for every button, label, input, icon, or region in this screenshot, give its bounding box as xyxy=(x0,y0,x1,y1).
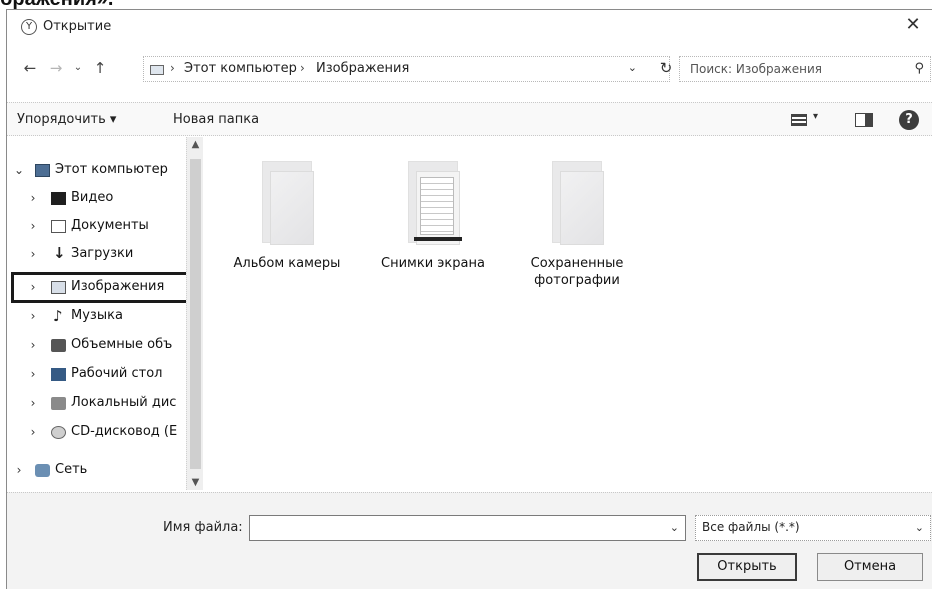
folder-label-line-2: фотографии xyxy=(534,273,620,288)
tree-item-downloads[interactable]: › Загрузки xyxy=(7,241,187,269)
documents-icon xyxy=(51,220,66,233)
address-bar[interactable]: › Этот компьютер › Изображения ⌄ ↻ xyxy=(143,56,672,82)
tree-item-network[interactable]: › Сеть xyxy=(7,457,187,485)
recent-locations-chevron-icon[interactable]: ⌄ xyxy=(69,58,87,78)
search-icon[interactable]: ⚲ xyxy=(914,61,924,76)
selected-item-highlight xyxy=(11,272,192,303)
open-file-dialog: Y Открытие ✕ ← → ⌄ ↑ › Этот компьютер › … xyxy=(6,9,932,589)
tree-item-video[interactable]: › Видео xyxy=(7,185,187,213)
expand-chevron-icon[interactable]: › xyxy=(27,219,39,233)
3d-objects-icon xyxy=(51,339,66,352)
address-row: ← → ⌄ ↑ › Этот компьютер › Изображения ⌄… xyxy=(7,52,932,84)
navigation-pane: ⌄ Этот компьютер › Видео › Документы › З… xyxy=(7,137,203,490)
forward-arrow-icon[interactable]: → xyxy=(47,58,65,78)
expand-chevron-icon[interactable]: › xyxy=(27,396,39,410)
tree-item-music[interactable]: › Музыка xyxy=(7,303,187,331)
dialog-footer: Имя файла: ⌄ Все файлы (*.*) ⌄ Открыть О… xyxy=(7,492,932,589)
video-icon xyxy=(51,192,66,205)
breadcrumb-this-pc[interactable]: Этот компьютер xyxy=(184,61,297,76)
pc-icon xyxy=(35,164,50,177)
organize-button[interactable]: Упорядочить ▾ xyxy=(17,112,116,127)
expand-chevron-icon[interactable]: › xyxy=(13,463,25,477)
desktop-icon xyxy=(51,368,66,381)
folder-icon xyxy=(402,157,464,247)
open-button[interactable]: Открыть xyxy=(697,553,797,581)
filename-label: Имя файла: xyxy=(163,520,243,535)
expand-chevron-icon[interactable]: › xyxy=(27,247,39,261)
folder-icon xyxy=(546,157,608,247)
new-folder-button[interactable]: Новая папка xyxy=(173,112,259,127)
cd-drive-icon xyxy=(51,426,66,439)
tree-item-label: Загрузки xyxy=(71,246,134,261)
filename-dropdown-icon[interactable]: ⌄ xyxy=(670,521,679,534)
local-disk-icon xyxy=(51,397,66,410)
downloads-icon xyxy=(51,244,66,262)
tree-item-cd-drive[interactable]: › CD-дисковод (E xyxy=(7,419,187,447)
view-dropdown-icon[interactable]: ▾ xyxy=(813,111,818,122)
tree-item-label: Объемные объ xyxy=(71,337,173,352)
file-type-dropdown-icon[interactable]: ⌄ xyxy=(915,521,924,534)
folder-label: Сохраненные фотографии xyxy=(517,255,637,289)
close-button[interactable]: ✕ xyxy=(900,14,926,38)
scroll-up-icon[interactable]: ▲ xyxy=(187,139,204,150)
tree-item-desktop[interactable]: › Рабочий стол xyxy=(7,361,187,389)
scroll-down-icon[interactable]: ▼ xyxy=(187,477,204,488)
expand-chevron-icon[interactable]: › xyxy=(27,309,39,323)
command-bar: Упорядочить ▾ Новая папка ▾ ? xyxy=(7,102,932,136)
folder-label: Альбом камеры xyxy=(233,256,341,271)
address-dropdown-icon[interactable]: ⌄ xyxy=(628,61,637,74)
tree-item-label: Музыка xyxy=(71,308,123,323)
tree-item-3d-objects[interactable]: › Объемные объ xyxy=(7,332,187,360)
tree-item-local-disk[interactable]: › Локальный дис xyxy=(7,390,187,418)
help-icon[interactable]: ? xyxy=(899,110,919,130)
file-type-select[interactable]: Все файлы (*.*) ⌄ xyxy=(695,515,931,541)
folder-saved-pictures[interactable]: Сохраненные фотографии xyxy=(517,157,637,289)
music-icon xyxy=(51,307,66,325)
tree-item-label: Видео xyxy=(71,190,114,205)
tree-item-label: Сеть xyxy=(55,462,88,477)
network-icon xyxy=(35,464,50,477)
breadcrumb-separator-icon: › xyxy=(300,61,305,75)
app-icon: Y xyxy=(21,19,37,35)
breadcrumb-separator-icon: › xyxy=(170,61,175,75)
folder-camera-roll[interactable]: Альбом камеры xyxy=(227,157,347,272)
expand-chevron-icon[interactable]: › xyxy=(27,367,39,381)
nav-pane-scrollbar[interactable]: ▲ ▼ xyxy=(186,137,203,490)
breadcrumb-pictures[interactable]: Изображения xyxy=(316,61,409,76)
computer-icon xyxy=(150,65,164,75)
file-list: Альбом камеры Снимки экрана Сохраненные … xyxy=(207,137,931,490)
tree-item-label: CD-дисковод (E xyxy=(71,424,178,439)
folder-label: Снимки экрана xyxy=(381,256,485,271)
cancel-button[interactable]: Отмена xyxy=(817,553,923,581)
folder-label-line-1: Сохраненные xyxy=(530,256,624,271)
filename-combobox[interactable]: ⌄ xyxy=(249,515,686,541)
expand-chevron-icon[interactable]: › xyxy=(27,191,39,205)
tree-item-label: Рабочий стол xyxy=(71,366,163,381)
up-arrow-icon[interactable]: ↑ xyxy=(91,58,109,78)
expand-chevron-icon[interactable]: ⌄ xyxy=(13,163,25,177)
tree-item-this-pc[interactable]: ⌄ Этот компьютер xyxy=(7,157,187,185)
tree-item-label: Локальный дис xyxy=(71,395,177,410)
filename-input[interactable] xyxy=(250,516,662,540)
search-box[interactable]: ⚲ xyxy=(679,56,931,82)
back-arrow-icon[interactable]: ← xyxy=(21,58,39,78)
tree-item-label: Этот компьютер xyxy=(55,162,168,177)
view-options-icon[interactable] xyxy=(791,114,807,126)
search-input[interactable] xyxy=(680,57,900,81)
refresh-icon[interactable]: ↻ xyxy=(653,59,679,81)
tree-item-documents[interactable]: › Документы xyxy=(7,213,187,241)
file-type-value: Все файлы (*.*) xyxy=(702,520,800,534)
dialog-title: Открытие xyxy=(43,19,112,34)
folder-screenshots[interactable]: Снимки экрана xyxy=(373,157,493,272)
tree-item-label: Документы xyxy=(71,218,149,233)
preview-pane-icon[interactable] xyxy=(855,113,873,127)
folder-icon xyxy=(256,157,318,247)
expand-chevron-icon[interactable]: › xyxy=(27,338,39,352)
expand-chevron-icon[interactable]: › xyxy=(27,425,39,439)
title-bar: Y Открытие ✕ xyxy=(7,10,932,42)
scrollbar-thumb[interactable] xyxy=(190,159,201,469)
